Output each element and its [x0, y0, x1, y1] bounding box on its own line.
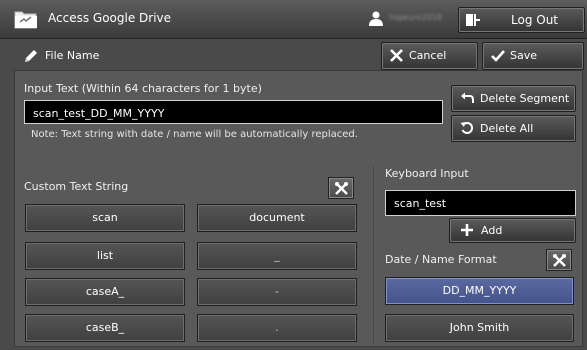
- save-label: Save: [510, 49, 538, 62]
- delete-segment-button[interactable]: Delete Segment: [451, 85, 576, 112]
- undo-arrow-icon: [461, 92, 474, 103]
- date-name-format-label: Date / Name Format: [385, 253, 497, 266]
- format-option-name[interactable]: John Smith: [385, 314, 574, 342]
- tools-icon: [553, 254, 566, 267]
- file-name-input[interactable]: scan_test_DD_MM_YYYY: [24, 100, 443, 124]
- format-option-date[interactable]: DD_MM_YYYY: [385, 277, 574, 305]
- add-button[interactable]: Add: [449, 218, 576, 243]
- logout-icon: [466, 14, 480, 26]
- custom-btn-underscore[interactable]: _: [197, 242, 357, 270]
- pencil-icon: [25, 50, 37, 62]
- custom-clear-button[interactable]: [328, 177, 354, 199]
- reset-icon: [460, 121, 474, 134]
- logout-label: Log Out: [511, 13, 559, 27]
- custom-btn-list[interactable]: list: [25, 242, 185, 270]
- keyboard-input-field[interactable]: scan_test: [385, 190, 576, 216]
- main-panel: Input Text (Within 64 characters for 1 b…: [14, 70, 583, 347]
- cancel-button[interactable]: Cancel: [381, 42, 478, 70]
- tools-icon: [335, 182, 348, 195]
- checkmark-icon: [491, 50, 505, 62]
- header-row: File Name Cancel Save: [14, 42, 584, 70]
- user-icon: [369, 11, 383, 26]
- save-button[interactable]: Save: [482, 42, 584, 70]
- cancel-label: Cancel: [409, 49, 447, 62]
- custom-btn-document[interactable]: document: [197, 204, 357, 232]
- format-clear-button[interactable]: [546, 249, 572, 271]
- custom-btn-scan[interactable]: scan: [25, 204, 185, 232]
- custom-btn-caseb[interactable]: caseB_: [25, 314, 185, 342]
- user-name: hapkuro2018: [389, 13, 442, 22]
- custom-text-label: Custom Text String: [24, 180, 129, 193]
- app-title: Access Google Drive: [48, 11, 172, 25]
- delete-segment-label: Delete Segment: [480, 92, 570, 105]
- page-title: File Name: [45, 49, 100, 62]
- close-icon: [390, 49, 403, 62]
- custom-btn-period[interactable]: .: [197, 314, 357, 342]
- input-text-label: Input Text (Within 64 characters for 1 b…: [24, 82, 262, 95]
- add-label: Add: [481, 224, 503, 237]
- custom-btn-casea[interactable]: caseA_: [25, 278, 185, 306]
- keyboard-input-label: Keyboard Input: [385, 167, 469, 180]
- top-bar: Access Google Drive hapkuro2018 Log Out: [0, 0, 587, 39]
- app-window: Access Google Drive hapkuro2018 Log Out …: [0, 0, 587, 350]
- section-divider: [373, 166, 374, 344]
- delete-all-label: Delete All: [480, 122, 534, 135]
- input-note: Note: Text string with date / name will …: [31, 129, 358, 140]
- logout-button[interactable]: Log Out: [458, 7, 585, 33]
- folder-icon: [14, 11, 37, 29]
- plus-icon: [461, 224, 473, 236]
- custom-btn-hyphen[interactable]: -: [197, 278, 357, 306]
- delete-all-button[interactable]: Delete All: [451, 115, 576, 142]
